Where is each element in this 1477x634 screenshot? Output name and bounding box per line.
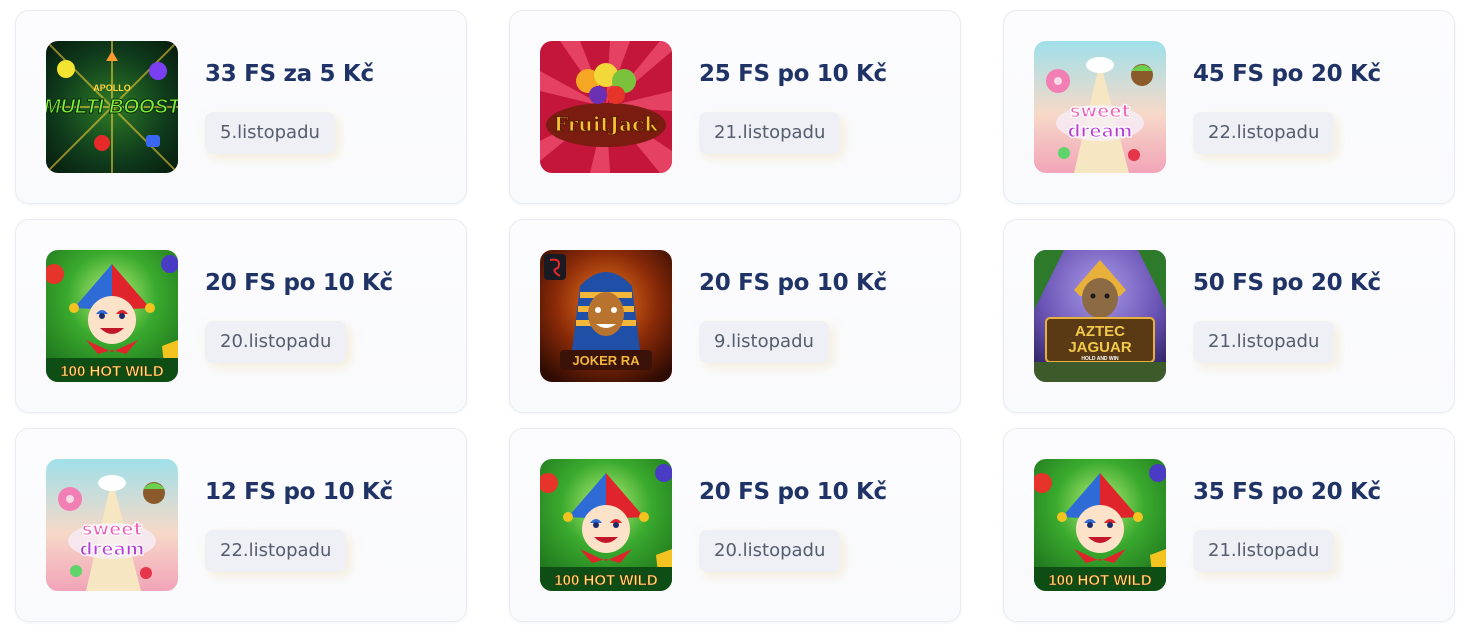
logo-text-sweet: sweet <box>82 519 143 540</box>
bonus-card[interactable]: 100 HOT WILD 35 FS po 20 Kč 21.listopadu <box>1003 428 1455 622</box>
logo-text: FruitJack <box>554 112 659 136</box>
game-thumbnail-sweetdream[interactable]: sweet dream <box>46 459 178 591</box>
bonus-offer-title[interactable]: 20 FS po 10 Kč <box>205 270 393 296</box>
logo-text-sweet: sweet <box>1070 101 1131 122</box>
game-thumbnail-aztecjaguar[interactable]: AZTEC JAGUAR HOLD AND WIN <box>1034 250 1166 382</box>
bonus-card[interactable]: APOLLO MULTI BOOST 33 FS za 5 Kč 5.listop… <box>15 10 467 204</box>
bonus-card[interactable]: 100 HOT WILD 20 FS po 10 Kč 20.listopadu <box>15 219 467 413</box>
game-thumbnail-100hotwild[interactable]: 100 HOT WILD <box>46 250 178 382</box>
game-thumbnail-art: APOLLO MULTI BOOST <box>46 41 178 173</box>
bonus-date-badge: 21.listopadu <box>1193 321 1335 363</box>
bonus-date-badge: 20.listopadu <box>699 530 841 572</box>
bonus-date-badge: 22.listopadu <box>205 530 347 572</box>
bonus-date-badge: 21.listopadu <box>699 112 841 154</box>
logo-text-dream: dream <box>1068 121 1133 142</box>
game-thumbnail-100hotwild[interactable]: 100 HOT WILD <box>540 459 672 591</box>
bonus-offer-title[interactable]: 35 FS po 20 Kč <box>1193 479 1381 505</box>
logo-subtext: HOLD AND WIN <box>1081 356 1119 362</box>
bonus-offer-title[interactable]: 20 FS po 10 Kč <box>699 270 887 296</box>
logo-text: 100 HOT WILD <box>60 363 164 380</box>
game-thumbnail-art: 100 HOT WILD <box>1034 459 1166 591</box>
bonus-card[interactable]: JOKER RA 20 FS po 10 Kč 9.listopadu <box>509 219 961 413</box>
bonus-date-badge: 5.listopadu <box>205 112 335 154</box>
logo-text-jaguar: JAGUAR <box>1068 339 1132 356</box>
bonus-card[interactable]: 100 HOT WILD 20 FS po 10 Kč 20.listopadu <box>509 428 961 622</box>
bonus-card[interactable]: FruitJack 25 FS po 10 Kč 21.listopadu <box>509 10 961 204</box>
logo-text-dream: dream <box>80 539 145 560</box>
game-thumbnail-art: FruitJack <box>540 41 672 173</box>
logo-top-text: APOLLO <box>93 83 131 93</box>
logo-text: 100 HOT WILD <box>1048 572 1152 589</box>
bonus-offer-title[interactable]: 33 FS za 5 Kč <box>205 61 374 87</box>
bonus-date-badge: 20.listopadu <box>205 321 347 363</box>
logo-text-aztec: AZTEC <box>1075 323 1125 340</box>
game-thumbnail-art: 100 HOT WILD <box>540 459 672 591</box>
game-thumbnail-art: sweet dream <box>1034 41 1166 173</box>
game-thumbnail-art: JOKER RA <box>540 250 672 382</box>
bonus-offer-title[interactable]: 25 FS po 10 Kč <box>699 61 887 87</box>
game-thumbnail-fruitjack[interactable]: FruitJack <box>540 41 672 173</box>
bonus-card[interactable]: sweet dream 45 FS po 20 Kč 22.listopadu <box>1003 10 1455 204</box>
game-thumbnail-art: AZTEC JAGUAR HOLD AND WIN <box>1034 250 1166 382</box>
bonus-date-badge: 9.listopadu <box>699 321 829 363</box>
bonus-offer-title[interactable]: 20 FS po 10 Kč <box>699 479 887 505</box>
logo-text: JOKER RA <box>572 353 640 368</box>
logo-text: MULTI BOOST <box>46 96 178 118</box>
game-thumbnail-sweetdream[interactable]: sweet dream <box>1034 41 1166 173</box>
game-thumbnail-multiboost[interactable]: APOLLO MULTI BOOST <box>46 41 178 173</box>
bonus-card[interactable]: AZTEC JAGUAR HOLD AND WIN 50 FS po 20 Kč… <box>1003 219 1455 413</box>
game-thumbnail-art: sweet dream <box>46 459 178 591</box>
bonus-date-badge: 22.listopadu <box>1193 112 1335 154</box>
game-thumbnail-jokerra[interactable]: JOKER RA <box>540 250 672 382</box>
bonus-offer-title[interactable]: 45 FS po 20 Kč <box>1193 61 1381 87</box>
bonus-date-badge: 21.listopadu <box>1193 530 1335 572</box>
bonus-grid: APOLLO MULTI BOOST 33 FS za 5 Kč 5.listop… <box>15 10 1456 622</box>
game-thumbnail-100hotwild[interactable]: 100 HOT WILD <box>1034 459 1166 591</box>
bonus-offer-title[interactable]: 50 FS po 20 Kč <box>1193 270 1381 296</box>
logo-text: 100 HOT WILD <box>554 572 658 589</box>
bonus-card[interactable]: sweet dream 12 FS po 10 Kč 22.listopadu <box>15 428 467 622</box>
game-thumbnail-art: 100 HOT WILD <box>46 250 178 382</box>
bonus-offer-title[interactable]: 12 FS po 10 Kč <box>205 479 393 505</box>
